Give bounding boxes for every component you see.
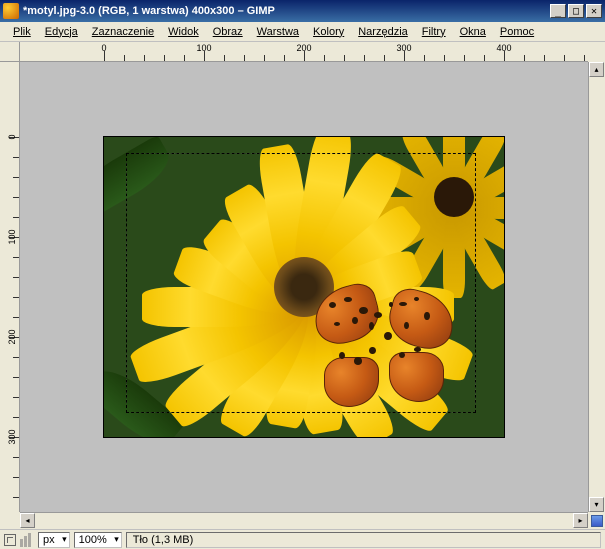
image-decoration — [414, 347, 421, 352]
status-layer-info: Tło (1,3 MB) — [126, 532, 601, 548]
ruler-label: 100 — [7, 229, 17, 244]
image-decoration — [399, 302, 407, 306]
image-decoration — [389, 352, 444, 402]
ruler-label: 200 — [7, 329, 17, 344]
ruler-label: 300 — [7, 429, 17, 444]
pointer-position-icon — [20, 533, 34, 547]
menu-select[interactable]: Zaznaczenie — [85, 24, 161, 40]
image-decoration — [369, 347, 376, 354]
menu-file[interactable]: Plik — [6, 24, 38, 40]
close-button[interactable]: ✕ — [586, 4, 602, 18]
image-decoration — [352, 317, 358, 324]
scrollbar-horizontal[interactable]: ◂ ▸ — [20, 512, 588, 529]
zoom-select[interactable]: 100% — [74, 532, 122, 548]
image-decoration — [339, 352, 345, 359]
maximize-button[interactable]: □ — [568, 4, 584, 18]
image-decoration — [383, 285, 460, 355]
menu-edit[interactable]: Edycja — [38, 24, 85, 40]
image-decoration — [369, 322, 374, 330]
menubar: Plik Edycja Zaznaczenie Widok Obraz Wars… — [0, 22, 605, 42]
menu-help[interactable]: Pomoc — [493, 24, 541, 40]
scroll-right-button[interactable]: ▸ — [573, 513, 588, 528]
scrollbar-vertical[interactable]: ▴ ▾ — [588, 62, 605, 512]
minimize-button[interactable]: _ — [550, 4, 566, 18]
ruler-label: 100 — [196, 43, 211, 53]
window-controls: _ □ ✕ — [550, 4, 602, 18]
image-decoration — [354, 357, 362, 365]
image-decoration — [104, 137, 177, 219]
workarea: 0 100 200 300 400 0 100 200 300 — [0, 42, 605, 529]
unit-select[interactable]: px — [38, 532, 70, 548]
ruler-vertical[interactable]: 0 100 200 300 — [0, 62, 20, 512]
menu-filters[interactable]: Filtry — [415, 24, 453, 40]
statusbar: px 100% Tło (1,3 MB) — [0, 529, 605, 549]
menu-colors[interactable]: Kolory — [306, 24, 351, 40]
window-titlebar: *motyl.jpg-3.0 (RGB, 1 warstwa) 400x300 … — [0, 0, 605, 22]
menu-layer[interactable]: Warstwa — [250, 24, 306, 40]
scroll-down-button[interactable]: ▾ — [589, 497, 604, 512]
ruler-label: 0 — [101, 43, 106, 53]
image-decoration — [384, 332, 392, 340]
window-title: *motyl.jpg-3.0 (RGB, 1 warstwa) 400x300 … — [23, 5, 550, 17]
image-decoration — [404, 322, 409, 329]
image-decoration — [314, 287, 454, 407]
ruler-label: 0 — [7, 134, 17, 139]
image-decoration — [434, 177, 474, 217]
menu-windows[interactable]: Okna — [453, 24, 493, 40]
ruler-label: 400 — [496, 43, 511, 53]
menu-image[interactable]: Obraz — [206, 24, 250, 40]
image-decoration — [329, 302, 336, 308]
canvas-viewport — [20, 62, 588, 512]
scroll-left-button[interactable]: ◂ — [20, 513, 35, 528]
image-decoration — [324, 357, 379, 407]
menu-view[interactable]: Widok — [161, 24, 206, 40]
image-decoration — [424, 312, 430, 320]
quickmask-toggle[interactable] — [4, 534, 16, 546]
quickmask-icon — [4, 534, 16, 546]
navigation-icon — [591, 515, 603, 527]
ruler-label: 300 — [396, 43, 411, 53]
app-icon — [3, 3, 19, 19]
ruler-label: 200 — [296, 43, 311, 53]
navigation-corner[interactable] — [588, 512, 605, 529]
menu-tools[interactable]: Narzędzia — [351, 24, 415, 40]
image-content[interactable] — [104, 137, 504, 437]
ruler-origin[interactable] — [0, 42, 20, 62]
image-decoration — [344, 297, 352, 302]
image-decoration — [374, 312, 382, 318]
ruler-horizontal[interactable]: 0 100 200 300 400 — [20, 42, 588, 62]
scroll-up-button[interactable]: ▴ — [589, 62, 604, 77]
canvas[interactable] — [20, 62, 588, 512]
